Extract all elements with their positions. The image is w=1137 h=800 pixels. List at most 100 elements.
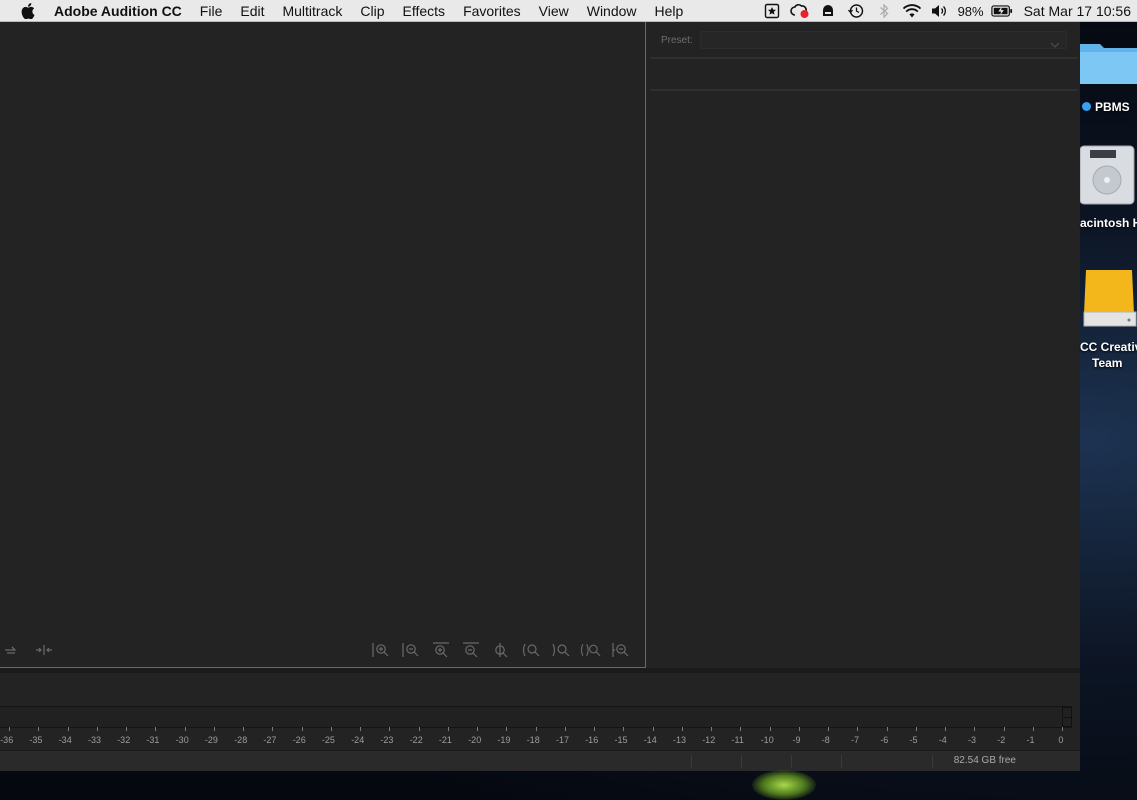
menu-window[interactable]: Window bbox=[578, 0, 646, 22]
zoom-out-amplitude-icon[interactable] bbox=[400, 641, 421, 659]
scale-tick bbox=[447, 727, 449, 731]
skip-selection-icon[interactable] bbox=[33, 641, 54, 659]
scale-label: -6 bbox=[880, 735, 889, 745]
status-bar: 82.54 GB free bbox=[0, 750, 1080, 771]
desktop-label-team[interactable]: Team bbox=[1092, 356, 1122, 370]
scale-label: -12 bbox=[702, 735, 716, 745]
menu-bar: Adobe Audition CC File Edit Multitrack C… bbox=[0, 0, 1137, 22]
clip-indicator[interactable] bbox=[1062, 707, 1072, 727]
status-menus: 98% Sat Mar 17 10:56 bbox=[758, 0, 1137, 22]
audition-window: Preset: -36 -35 -34 -33 -32 -31 -30 -29 -28 -27 -2… bbox=[0, 22, 1080, 771]
scale-tick bbox=[360, 727, 361, 731]
zoom-out-full-icon[interactable] bbox=[610, 641, 631, 659]
volume-icon[interactable] bbox=[929, 0, 951, 22]
battery-charging-icon[interactable] bbox=[990, 0, 1013, 22]
menu-file[interactable]: File bbox=[191, 0, 232, 22]
scale-tick bbox=[418, 727, 420, 731]
scale-tick bbox=[506, 727, 508, 731]
menu-edit[interactable]: Edit bbox=[231, 0, 273, 22]
scale-label: -33 bbox=[88, 735, 102, 745]
scale-tick bbox=[828, 727, 829, 731]
menu-clock[interactable]: Sat Mar 17 10:56 bbox=[1016, 3, 1137, 19]
preset-dropdown[interactable] bbox=[700, 31, 1067, 49]
folder-icon[interactable] bbox=[1080, 34, 1137, 89]
scale-tick bbox=[184, 727, 186, 731]
battery-percentage[interactable]: 98% bbox=[954, 4, 988, 19]
scale-label: -10 bbox=[760, 735, 774, 745]
effects-rack-panel: Preset: bbox=[650, 22, 1080, 668]
scale-tick bbox=[769, 727, 771, 731]
time-machine-icon[interactable] bbox=[845, 0, 867, 22]
effects-separator bbox=[650, 57, 1078, 59]
scale-label: -19 bbox=[497, 735, 511, 745]
scale-tick bbox=[9, 727, 10, 731]
status-separator bbox=[791, 755, 792, 768]
desktop-label-cc-creative-team[interactable]: CC Creativ bbox=[1080, 340, 1137, 354]
scale-label: -26 bbox=[292, 735, 306, 745]
bluetooth-icon[interactable] bbox=[873, 0, 895, 22]
app-menu[interactable]: Adobe Audition CC bbox=[48, 0, 191, 22]
scale-label: -9 bbox=[792, 735, 801, 745]
effects-separator bbox=[650, 89, 1078, 91]
loop-back-icon[interactable] bbox=[0, 641, 21, 659]
menu-view[interactable]: View bbox=[530, 0, 578, 22]
zoom-to-playhead-icon[interactable] bbox=[490, 641, 511, 659]
apple-menu-icon[interactable] bbox=[18, 0, 38, 22]
status-separator bbox=[932, 755, 933, 768]
scale-label: -15 bbox=[614, 735, 628, 745]
zoom-in-time-icon[interactable] bbox=[430, 641, 451, 659]
scale-label: -29 bbox=[204, 735, 218, 745]
scale-tick bbox=[67, 727, 69, 731]
creative-cloud-icon[interactable] bbox=[789, 0, 811, 22]
scale-tick bbox=[1003, 727, 1005, 731]
scale-label: -13 bbox=[673, 735, 687, 745]
menu-help[interactable]: Help bbox=[646, 0, 693, 22]
scale-label: -21 bbox=[438, 735, 452, 745]
scale-label: 0 bbox=[1058, 735, 1064, 745]
level-meter bbox=[0, 706, 1072, 728]
zoom-in-amplitude-icon[interactable] bbox=[370, 641, 391, 659]
scale-label: -16 bbox=[585, 735, 599, 745]
editor-panel[interactable] bbox=[0, 22, 646, 668]
scale-tick bbox=[155, 727, 157, 731]
status-separator bbox=[741, 755, 742, 768]
scale-label: -22 bbox=[409, 735, 423, 745]
desktop-label-pbms[interactable]: PBMS bbox=[1082, 100, 1130, 114]
scale-label: -35 bbox=[29, 735, 43, 745]
zoom-toolbar bbox=[370, 641, 631, 659]
hard-drive-icon[interactable] bbox=[1079, 144, 1137, 211]
scale-tick bbox=[740, 727, 742, 731]
scale-label: -27 bbox=[263, 735, 277, 745]
preset-label: Preset: bbox=[661, 34, 693, 46]
menu-favorites[interactable]: Favorites bbox=[454, 0, 530, 22]
scale-label: -2 bbox=[997, 735, 1006, 745]
scale-label: -7 bbox=[851, 735, 860, 745]
external-drive-icon[interactable] bbox=[1082, 268, 1137, 335]
scale-label: -31 bbox=[146, 735, 160, 745]
scale-tick bbox=[272, 727, 274, 731]
backup-drive-icon[interactable] bbox=[817, 0, 839, 22]
scale-label: -5 bbox=[909, 735, 918, 745]
zoom-out-point-icon[interactable] bbox=[550, 641, 571, 659]
scale-tick bbox=[681, 727, 683, 731]
zoom-in-point-icon[interactable] bbox=[520, 641, 541, 659]
menu-clip[interactable]: Clip bbox=[351, 0, 393, 22]
scale-tick bbox=[389, 727, 391, 731]
level-meter-scale: -36 -35 -34 -33 -32 -31 -30 -29 -28 -27 -26 -25 -24-… bbox=[0, 727, 1072, 747]
zoom-out-time-icon[interactable] bbox=[460, 641, 481, 659]
wifi-icon[interactable] bbox=[901, 0, 923, 22]
scale-label: -17 bbox=[556, 735, 570, 745]
scale-label: -1 bbox=[1026, 735, 1035, 745]
menu-effects[interactable]: Effects bbox=[394, 0, 455, 22]
zoom-selection-icon[interactable] bbox=[580, 641, 601, 659]
scale-tick bbox=[301, 727, 303, 731]
scale-label: -3 bbox=[968, 735, 977, 745]
menu-multitrack[interactable]: Multitrack bbox=[273, 0, 351, 22]
bookmark-app-icon[interactable] bbox=[761, 0, 783, 22]
scale-label: -14 bbox=[643, 735, 657, 745]
editor-transport-tools bbox=[0, 641, 54, 659]
scale-tick bbox=[38, 727, 40, 731]
scale-tick bbox=[945, 727, 946, 731]
scale-tick bbox=[798, 727, 800, 731]
desktop-label-macintosh-hd[interactable]: acintosh H bbox=[1080, 216, 1137, 230]
